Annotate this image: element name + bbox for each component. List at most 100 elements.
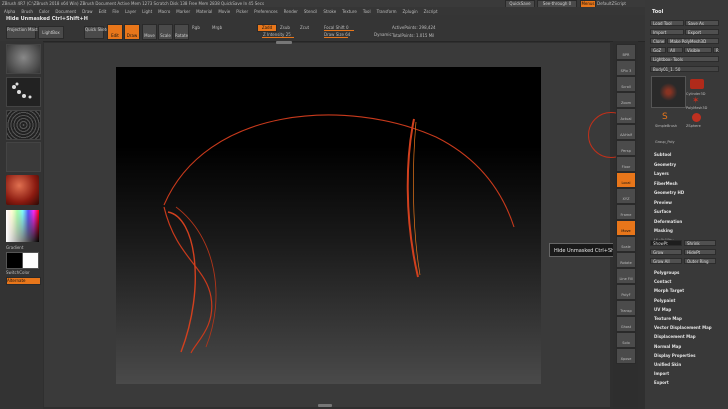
quick-sketch-button[interactable]: Quick Sketch [84,26,111,39]
section-geometry-hd[interactable]: Geometry HD [654,190,684,195]
section-deformation[interactable]: Deformation [654,219,682,224]
section-display-properties[interactable]: Display Properties [654,353,695,358]
document-canvas[interactable] [116,67,541,384]
r-button[interactable]: R [713,47,719,53]
menu-draw[interactable]: Draw [82,9,92,14]
menu-file[interactable]: File [112,9,119,14]
menu-marker[interactable]: Marker [176,9,190,14]
tool-group-poly[interactable]: Group_Poly [655,140,675,145]
section-unified-skin[interactable]: Unified Skin [654,362,681,367]
draw-button[interactable]: Draw [124,24,140,40]
visibility-grow-button[interactable]: Grow [650,249,682,255]
current-tool-thumbnail[interactable] [651,76,686,108]
shelf-xpose-button[interactable]: Xpose [616,348,636,364]
shelf-floor-button[interactable]: Floor [616,156,636,172]
zcut-button[interactable]: Zcut [300,25,309,30]
section-polygroups[interactable]: Polygroups [654,270,679,275]
zadd-button[interactable]: Zadd [257,24,277,32]
dynamic-button[interactable]: Dynamic [374,32,392,37]
section-contact[interactable]: Contact [654,279,671,284]
menu-render[interactable]: Render [284,9,298,14]
section-polypaint[interactable]: Polypaint [654,298,675,303]
shelf-bpr-button[interactable]: BPR [616,44,636,60]
visibility-shrink-button[interactable]: Shrink [684,240,716,246]
menu-brush[interactable]: Brush [21,9,33,14]
brush-thumbnail[interactable] [6,44,41,74]
secondary-color-swatch[interactable] [22,252,39,269]
shelf-solo-button[interactable]: Solo [616,332,636,348]
clone-button[interactable]: Clone [650,38,666,44]
menu-zscript[interactable]: Zscript [424,9,438,14]
visibility-grow-all-button[interactable]: Grow All [650,258,682,264]
lightbox-button[interactable]: LightBox [38,26,64,39]
visibility-outer-ring-button[interactable]: Outer Ring [684,258,716,264]
save-as-button[interactable]: Save As [685,20,719,26]
rotate-button[interactable]: Rotate [174,24,189,40]
shelf-polyf-button[interactable]: PolyF [616,284,636,300]
gradient-label[interactable]: Gradient [6,245,23,250]
shelf-zoom-button[interactable]: Zoom [616,92,636,108]
import-button[interactable]: Import [650,29,684,35]
export-button[interactable]: Export [685,29,719,35]
menu-texture[interactable]: Texture [342,9,357,14]
move-button[interactable]: Move [142,24,157,40]
shelf-line-fill-button[interactable]: Line Fill [616,268,636,284]
bottom-scroll-handle[interactable] [318,404,332,407]
menu-material[interactable]: Material [196,9,212,14]
section-export[interactable]: Export [654,380,669,385]
section-normal-map[interactable]: Normal Map [654,344,681,349]
texture-thumbnail[interactable] [6,142,41,172]
shelf-frame-button[interactable]: Frame [616,204,636,220]
shelf-rotate-button[interactable]: Rotate [616,252,636,268]
section-morph-target[interactable]: Morph Target [654,288,684,293]
top-scroll-handle[interactable] [276,41,292,44]
menu-layer[interactable]: Layer [125,9,136,14]
tool-polymesh3d[interactable]: PolyMesh3D [686,106,707,111]
section-preview[interactable]: Preview [654,200,672,205]
section-layers[interactable]: Layers [654,171,669,176]
projection-master-button[interactable]: Projection Master [6,26,42,39]
goz-button[interactable]: GoZ [650,47,666,53]
shelf-scroll-button[interactable]: Scroll [616,76,636,92]
section-fibermesh[interactable]: FiberMesh [654,181,678,186]
make-polymesh-button[interactable]: Make PolyMesh3D [667,38,719,44]
shelf-spix-3-button[interactable]: SPix 3 [616,60,636,76]
shelf-local-button[interactable]: Local [616,172,636,188]
shelf-aahalf-button[interactable]: AAHalf [616,124,636,140]
menu-stencil[interactable]: Stencil [304,9,318,14]
section-geometry[interactable]: Geometry [654,162,676,167]
mrgb-button[interactable]: Mrgb [212,25,222,30]
section-vector-displacement-map[interactable]: Vector Displacement Map [654,325,712,330]
menu-transform[interactable]: Transform [377,9,397,14]
alpha-thumbnail[interactable] [6,110,41,140]
polymesh-star-icon[interactable]: ✶ [692,97,702,106]
section-surface[interactable]: Surface [654,209,671,214]
section-subtool[interactable]: Subtool [654,152,671,157]
shelf-xyz-button[interactable]: XYZ [616,188,636,204]
scale-button[interactable]: Scale [158,24,173,40]
shelf-persp-button[interactable]: Persp [616,140,636,156]
section-texture-map[interactable]: Texture Map [654,316,682,321]
tool-zsphere[interactable]: ZSphere [686,124,701,129]
menu-stroke[interactable]: Stroke [323,9,336,14]
current-tool-slider[interactable]: Body01_1. 50 [650,66,719,72]
main-color-swatch[interactable] [6,252,23,269]
menu-macro[interactable]: Macro [158,9,170,14]
section-uv-map[interactable]: UV Map [654,307,671,312]
stroke-thumbnail[interactable] [6,77,41,107]
visibility-hidept-button[interactable]: HidePt [684,249,716,255]
visibility-showpt-button[interactable]: ShowPt [650,240,682,246]
shelf-move-button[interactable]: Move [616,220,636,236]
cylinder-icon[interactable] [690,79,704,89]
section-import[interactable]: Import [654,371,669,376]
menu-preferences[interactable]: Preferences [254,9,278,14]
alternate-button[interactable]: Alternate [6,277,41,285]
shelf-ghost-button[interactable]: Ghost [616,316,636,332]
load-tool-button[interactable]: Load Tool [650,20,684,26]
shelf-transp-button[interactable]: Transp [616,300,636,316]
menu-document[interactable]: Document [55,9,76,14]
menu-edit[interactable]: Edit [99,9,107,14]
section-masking[interactable]: Masking [654,228,673,233]
menu-movie[interactable]: Movie [218,9,230,14]
default-zscript-button[interactable]: DefaultZScript [597,1,626,6]
